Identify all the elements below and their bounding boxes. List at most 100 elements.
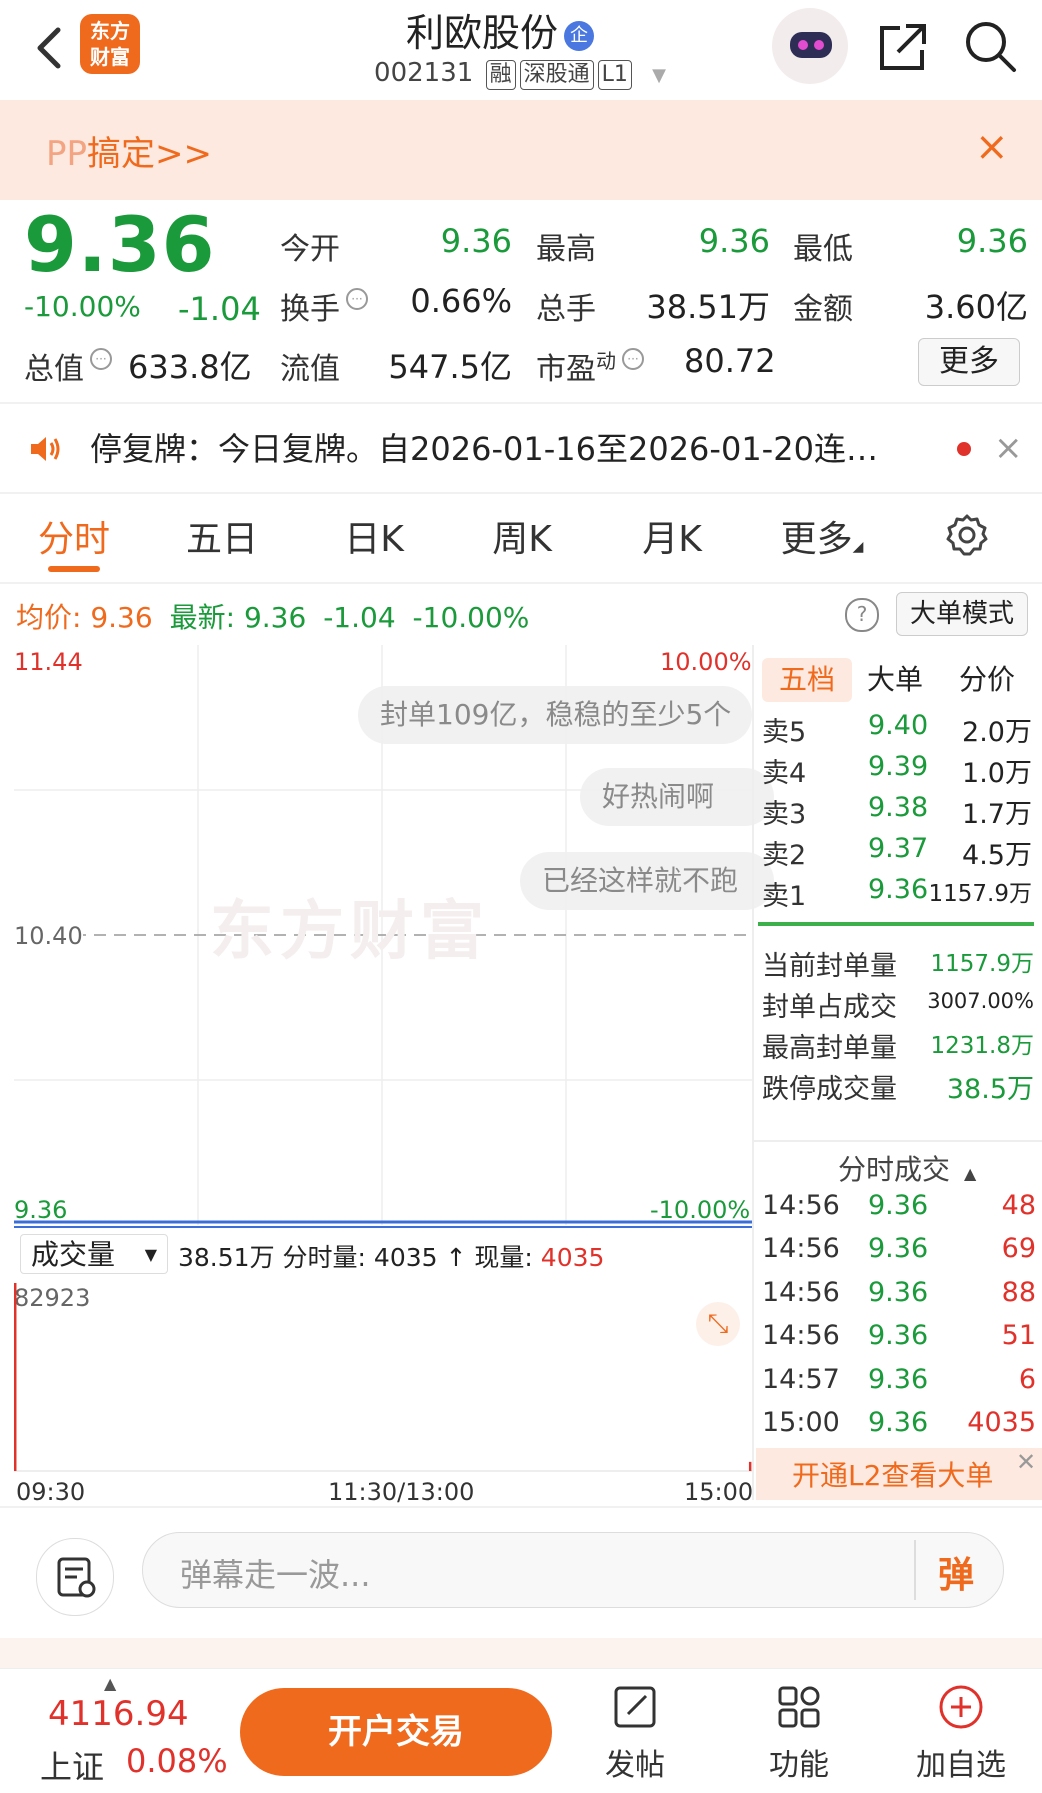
current-volume-label: 现量: — [474, 1243, 533, 1272]
tab-more[interactable]: 更多◢ — [774, 510, 870, 562]
stock-title: 利欧股份企 — [300, 2, 700, 57]
index-value[interactable]: 4116.94 — [48, 1694, 189, 1734]
nav-add-watchlist[interactable]: 加自选 — [906, 1680, 1016, 1784]
tick-trades-title[interactable]: 分时成交 ▲ — [838, 1148, 976, 1188]
promo-text[interactable]: PP搞定>> — [46, 126, 212, 175]
tick-row: 14:56 9.36 51 — [762, 1320, 1036, 1351]
pe-label: 市盈动 ··· — [536, 344, 644, 388]
tag-level: L1 — [597, 60, 632, 90]
current-volume-value: 4035 — [540, 1243, 605, 1272]
close-icon[interactable]: ✕ — [1016, 1448, 1036, 1476]
nav-functions[interactable]: 功能 — [744, 1680, 854, 1784]
amount-label: 金额 — [793, 292, 853, 327]
volume-bar — [14, 1283, 17, 1471]
promo-strip — [0, 1638, 1042, 1668]
grid-icon — [744, 1680, 854, 1734]
stock-code: 002131 — [374, 58, 474, 88]
info-icon[interactable]: ··· — [622, 348, 644, 370]
orderbook-row: 卖3 9.38 1.7万 — [762, 792, 1032, 830]
x-axis-label-mid: 11:30/13:00 — [328, 1478, 475, 1506]
orderbook-row: 卖5 9.40 2.0万 — [762, 710, 1032, 748]
stock-code-line[interactable]: 002131 融深股通 L1 ▼ — [260, 58, 780, 90]
latest-change: -1.04 — [323, 601, 396, 634]
chart-separator — [14, 1226, 752, 1228]
turnover-value: 0.66% — [410, 282, 512, 320]
close-icon[interactable]: × — [975, 124, 1009, 170]
logo-text-2: 财富 — [90, 45, 130, 69]
gear-icon[interactable] — [944, 512, 990, 558]
index-pct: 0.08% — [126, 1742, 228, 1780]
amount-value: 3.60亿 — [924, 288, 1028, 326]
tab-weekly-k[interactable]: 周K — [482, 510, 562, 562]
nav-add-watchlist-label: 加自选 — [916, 1748, 1006, 1783]
tab-monthly-k[interactable]: 月K — [632, 510, 712, 562]
help-icon[interactable]: ? — [845, 598, 879, 632]
expand-icon[interactable]: ⤡ — [696, 1302, 740, 1346]
tag-connect: 深股通 — [519, 60, 594, 90]
y-axis-bottom-pct: -10.00% — [650, 1196, 751, 1224]
tick-row: 14:56 9.36 69 — [762, 1233, 1036, 1264]
watermark: 东方财富 — [210, 895, 490, 969]
promo-main: 搞定>> — [87, 134, 212, 174]
search-icon[interactable] — [962, 18, 1018, 74]
y-axis-top-label: 11.44 — [14, 648, 83, 676]
share-icon[interactable] — [876, 20, 930, 74]
latest-value: 9.36 — [243, 601, 307, 634]
edit-icon — [580, 1680, 690, 1734]
volume-info: 38.51万 分时量: 4035 ↑ 现量: 4035 — [178, 1238, 604, 1274]
danmaku-settings-icon[interactable] — [36, 1538, 114, 1616]
tab-five-day[interactable]: 五日 — [182, 510, 262, 562]
volume-indicator-select[interactable]: 成交量 ▼ — [20, 1234, 168, 1274]
big-order-mode-button[interactable]: 大单模式 — [896, 592, 1028, 636]
plus-circle-icon — [906, 1680, 1016, 1734]
danmaku-placeholder: 弹幕走一波... — [180, 1556, 371, 1594]
orderbook-row: 卖2 9.37 4.5万 — [762, 833, 1032, 871]
orderbook-row: 卖1 9.36 1157.9万 — [762, 874, 1032, 912]
float-value-label: 流值 — [280, 352, 340, 387]
danmu-bubble: 好热闹啊 — [580, 768, 774, 826]
tick-row: 14:56 9.36 88 — [762, 1277, 1036, 1308]
high-label: 最高 — [536, 232, 596, 267]
dropdown-caret-icon[interactable]: ▼ — [652, 65, 666, 86]
tab-intraday[interactable]: 分时 — [34, 510, 114, 562]
stat-row: 最高封单量 1231.8万 — [762, 1033, 1034, 1064]
orderbook-divider — [758, 922, 1034, 926]
y-axis-bottom-label: 9.36 — [14, 1196, 68, 1224]
divider — [0, 1506, 1042, 1508]
divider — [0, 582, 1042, 584]
open-l2-link[interactable]: 开通L2查看大单 — [792, 1454, 993, 1494]
float-value: 547.5亿 — [388, 348, 512, 386]
total-value-label: 总值 ··· — [24, 344, 112, 388]
tab-daily-k[interactable]: 日K — [334, 510, 414, 562]
low-label: 最低 — [793, 232, 853, 267]
info-icon[interactable]: ··· — [346, 288, 368, 310]
info-icon[interactable]: ··· — [90, 348, 112, 370]
tick-row: 14:56 9.36 48 — [762, 1190, 1036, 1221]
y-axis-mid-label: 10.40 — [14, 922, 83, 950]
back-icon[interactable] — [30, 18, 70, 78]
tab-price-split[interactable]: 分价 — [942, 658, 1032, 702]
avg-price-value: 9.36 — [90, 601, 153, 634]
tab-five-levels[interactable]: 五档 — [762, 658, 852, 702]
stat-row: 封单占成交 3007.00% — [762, 989, 1034, 1023]
change-amount: -1.04 — [178, 290, 261, 328]
index-name[interactable]: 上证 — [40, 1742, 104, 1788]
open-account-trade-button[interactable]: 开户交易 — [240, 1688, 552, 1776]
up-caret-icon: ▲ — [104, 1674, 117, 1693]
tab-big-orders[interactable]: 大单 — [852, 658, 938, 702]
y-axis-top-pct: 10.00% — [660, 648, 752, 676]
danmaku-send-button[interactable]: 弹 — [938, 1546, 974, 1598]
nav-post[interactable]: 发帖 — [580, 1680, 690, 1784]
orderbook-row: 卖4 9.39 1.0万 — [762, 751, 1032, 789]
volume-label: 总手 — [536, 292, 596, 327]
more-quote-button[interactable]: 更多 — [918, 338, 1020, 386]
change-percent: -10.00% — [24, 290, 141, 323]
promo-pp: PP — [46, 134, 88, 174]
total-value: 633.8亿 — [128, 348, 252, 386]
panel-separator — [752, 645, 754, 1500]
speaker-icon — [28, 432, 62, 466]
close-icon[interactable]: × — [994, 428, 1023, 468]
volume-value: 38.51万 — [646, 288, 770, 326]
suspension-notice[interactable]: 停复牌：今日复牌。自2026-01-16至2026-01-20连… — [90, 424, 910, 470]
divider — [754, 1140, 1042, 1142]
